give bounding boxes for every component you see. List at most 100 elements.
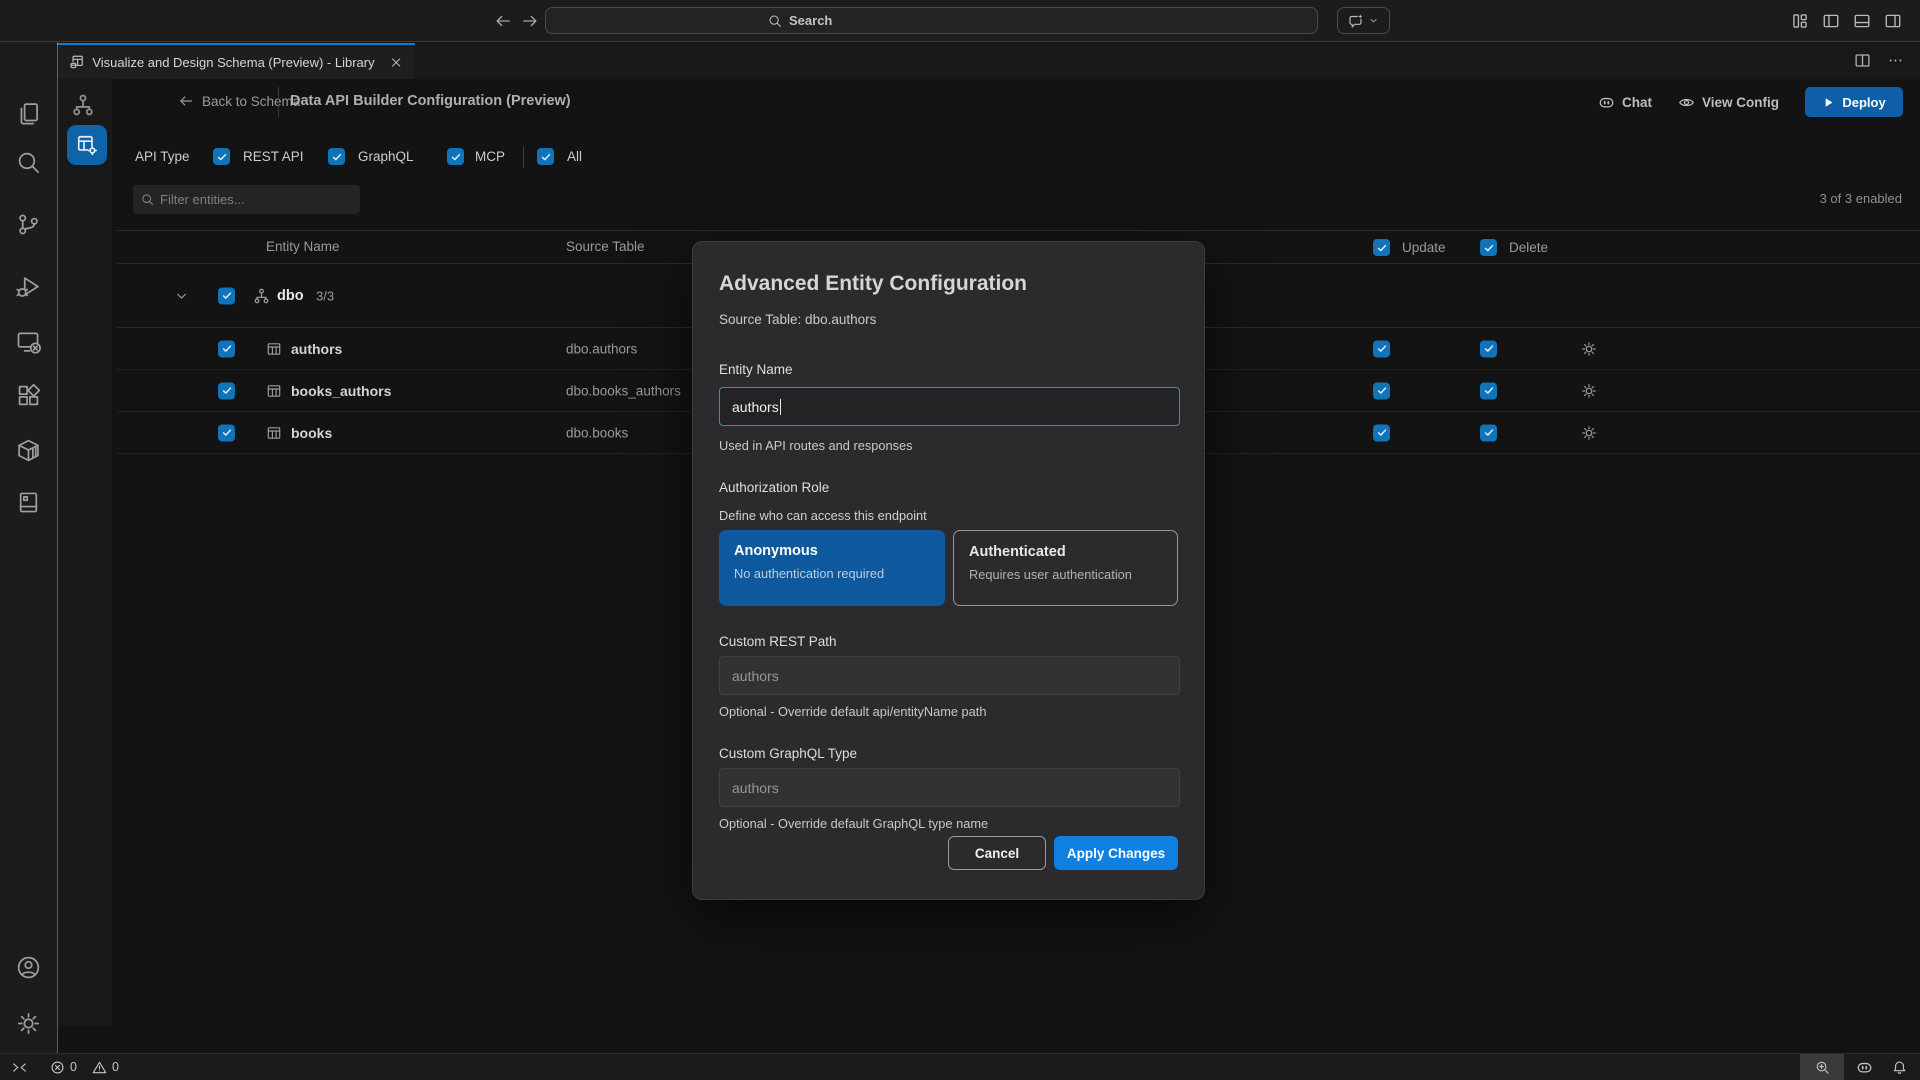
- custom-graphql-type-label: Custom GraphQL Type: [719, 746, 857, 761]
- command-center-search[interactable]: Search: [545, 7, 1318, 34]
- row-checkbox[interactable]: [218, 382, 235, 399]
- error-count: 0: [70, 1060, 77, 1074]
- run-debug-icon[interactable]: [16, 274, 41, 299]
- header-divider: [278, 87, 279, 117]
- role-anonymous-title: Anonymous: [734, 543, 930, 559]
- title-bar: Search: [0, 0, 1920, 42]
- play-icon: [1822, 96, 1835, 109]
- all-checkbox[interactable]: [537, 148, 554, 165]
- activity-bar: [0, 42, 57, 1053]
- remote-indicator[interactable]: [12, 1054, 27, 1080]
- chevron-down-icon: [1368, 15, 1379, 26]
- toggle-secondary-sidebar-icon[interactable]: [1884, 12, 1902, 30]
- chat-button[interactable]: Chat: [1598, 94, 1652, 111]
- editor-group-border: [57, 42, 58, 1053]
- row-settings-gear-icon[interactable]: [1581, 341, 1597, 357]
- api-type-label: API Type: [135, 148, 190, 166]
- authorization-role-label: Authorization Role: [719, 480, 829, 495]
- view-config-button[interactable]: View Config: [1678, 94, 1779, 111]
- update-all-checkbox[interactable]: [1373, 239, 1390, 256]
- delete-checkbox[interactable]: [1480, 424, 1497, 441]
- back-to-schema-button[interactable]: Back to Schema: [178, 93, 300, 109]
- notifications-item[interactable]: [1892, 1054, 1907, 1080]
- row-settings-gear-icon[interactable]: [1581, 425, 1597, 441]
- nav-back-icon[interactable]: [494, 12, 512, 30]
- row-checkbox[interactable]: [218, 340, 235, 357]
- dialog-source-table: Source Table: dbo.authors: [719, 312, 876, 327]
- database-projects-icon[interactable]: [16, 490, 41, 515]
- search-label: Search: [789, 13, 832, 28]
- schema-designer-nav-icon[interactable]: [71, 93, 95, 117]
- customize-layout-icon[interactable]: [1791, 12, 1809, 30]
- custom-rest-path-help: Optional - Override default api/entityNa…: [719, 704, 986, 719]
- update-checkbox[interactable]: [1373, 424, 1390, 441]
- source-control-icon[interactable]: [16, 212, 41, 237]
- group-checkbox[interactable]: [218, 287, 235, 304]
- problems-errors[interactable]: 0: [50, 1054, 77, 1080]
- copilot-chat-button[interactable]: [1337, 7, 1390, 34]
- role-anonymous-desc: No authentication required: [734, 566, 930, 581]
- rest-api-checkbox[interactable]: [213, 148, 230, 165]
- update-checkbox[interactable]: [1373, 340, 1390, 357]
- group-count: 3/3: [316, 288, 334, 303]
- custom-rest-path-label: Custom REST Path: [719, 634, 837, 649]
- settings-gear-icon[interactable]: [16, 1011, 41, 1036]
- split-editor-icon[interactable]: [1854, 52, 1871, 69]
- text-caret: [780, 399, 782, 415]
- delete-all-checkbox[interactable]: [1480, 239, 1497, 256]
- entity-source: dbo.authors: [566, 341, 637, 356]
- deploy-button[interactable]: Deploy: [1805, 87, 1903, 117]
- custom-rest-path-input[interactable]: [719, 656, 1180, 695]
- enabled-summary: 3 of 3 enabled: [1820, 191, 1902, 206]
- toggle-panel-icon[interactable]: [1853, 12, 1871, 30]
- api-type-row: API Type REST API GraphQL MCP All: [58, 148, 1920, 170]
- page-header: Back to Schema Data API Builder Configur…: [112, 79, 1920, 127]
- mcp-label: MCP: [475, 148, 505, 166]
- explorer-icon[interactable]: [16, 101, 41, 126]
- role-authenticated-card[interactable]: Authenticated Requires user authenticati…: [953, 530, 1178, 606]
- extensions-icon[interactable]: [16, 383, 41, 408]
- delete-checkbox[interactable]: [1480, 340, 1497, 357]
- row-settings-gear-icon[interactable]: [1581, 383, 1597, 399]
- role-authenticated-title: Authenticated: [969, 544, 1162, 560]
- deploy-label: Deploy: [1842, 95, 1885, 110]
- accounts-icon[interactable]: [16, 955, 41, 980]
- bell-icon: [1892, 1060, 1907, 1075]
- cancel-button[interactable]: Cancel: [948, 836, 1046, 870]
- search-sidebar-icon[interactable]: [16, 150, 41, 175]
- toggle-primary-sidebar-icon[interactable]: [1822, 12, 1840, 30]
- col-source-table: Source Table: [566, 239, 645, 254]
- remote-explorer-icon[interactable]: [16, 329, 41, 354]
- more-actions-icon[interactable]: [1887, 52, 1904, 69]
- tab-visualize-design-schema[interactable]: Visualize and Design Schema (Preview) - …: [57, 43, 415, 79]
- entity-name: books_authors: [291, 383, 391, 399]
- table-icon: [266, 383, 282, 399]
- authorization-role-help: Define who can access this endpoint: [719, 508, 927, 523]
- filter-search-icon: [141, 193, 154, 206]
- copilot-status-item[interactable]: [1856, 1054, 1873, 1080]
- row-checkbox[interactable]: [218, 424, 235, 441]
- zoom-status-item[interactable]: [1800, 1054, 1844, 1080]
- delete-checkbox[interactable]: [1480, 382, 1497, 399]
- nav-forward-icon[interactable]: [521, 12, 539, 30]
- tab-close-icon[interactable]: [389, 55, 403, 70]
- table-icon: [266, 425, 282, 441]
- graphql-checkbox[interactable]: [328, 148, 345, 165]
- apply-changes-button[interactable]: Apply Changes: [1054, 836, 1178, 870]
- group-expand-chevron-icon[interactable]: [174, 288, 189, 303]
- schema-hierarchy-icon: [253, 287, 270, 304]
- update-checkbox[interactable]: [1373, 382, 1390, 399]
- warning-count: 0: [112, 1060, 119, 1074]
- designer-nav-strip: [58, 79, 112, 1026]
- error-icon: [50, 1060, 65, 1075]
- copilot-status-icon: [1856, 1059, 1873, 1076]
- entity-name-label: Entity Name: [719, 362, 793, 377]
- problems-warnings[interactable]: 0: [92, 1054, 119, 1080]
- mcp-checkbox[interactable]: [447, 148, 464, 165]
- role-anonymous-card[interactable]: Anonymous No authentication required: [719, 530, 945, 606]
- containers-icon[interactable]: [16, 438, 41, 463]
- custom-graphql-type-input[interactable]: [719, 768, 1180, 807]
- arrow-left-icon: [178, 93, 194, 109]
- entity-name-input[interactable]: authors: [719, 387, 1180, 426]
- filter-entities-input[interactable]: [160, 192, 330, 207]
